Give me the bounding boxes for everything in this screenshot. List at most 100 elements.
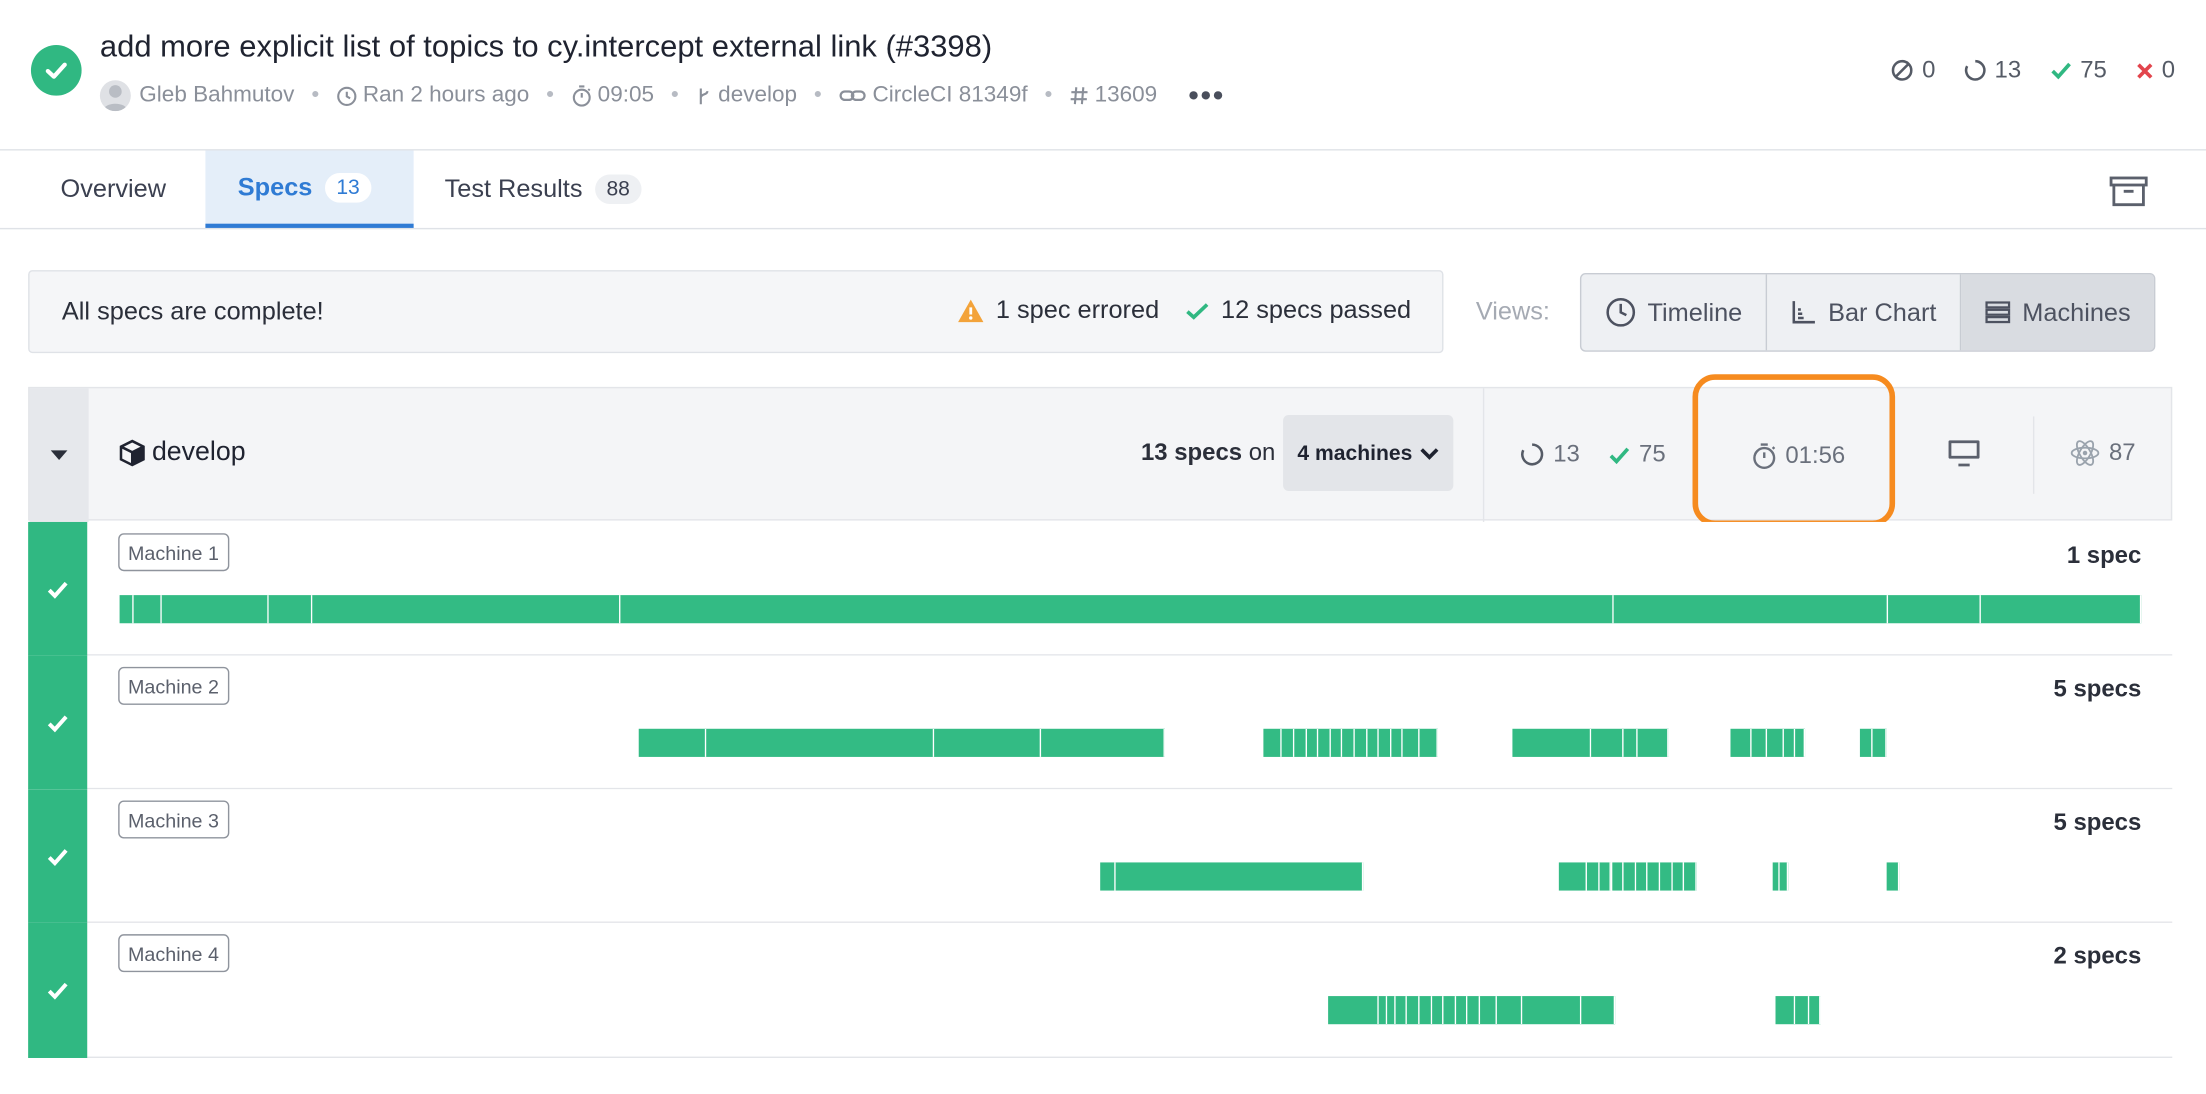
machine-bars (28, 789, 2172, 923)
tab-specs[interactable]: Specs 13 (205, 150, 414, 228)
run-number: 13609 (1094, 83, 1158, 107)
run-title[interactable]: add more explicit list of topics to cy.i… (100, 28, 992, 65)
spec-segment[interactable] (1379, 996, 1388, 1025)
spec-segment[interactable] (1613, 595, 1889, 624)
spec-segment[interactable] (1419, 728, 1438, 757)
spec-segment[interactable] (1637, 728, 1669, 757)
chevron-down-icon (1420, 447, 1439, 460)
spec-segment[interactable] (705, 728, 935, 757)
spec-segment[interactable] (1587, 862, 1600, 891)
spec-segment[interactable] (1860, 728, 1873, 757)
spec-segment[interactable] (1783, 728, 1796, 757)
spec-segment[interactable] (1294, 728, 1307, 757)
spec-segment[interactable] (162, 595, 270, 624)
machine-row-1: Machine 1 1 spec (28, 521, 2173, 656)
cube-icon (119, 439, 145, 467)
spec-segment[interactable] (133, 595, 163, 624)
spec-segment[interactable] (1599, 862, 1612, 891)
check-icon (2050, 62, 2071, 80)
spec-segment[interactable] (1387, 996, 1396, 1025)
spec-segment[interactable] (1623, 728, 1638, 757)
tab-test-results[interactable]: Test Results 88 (445, 151, 642, 228)
specs-summary: All specs are complete! 1 spec errored 1… (28, 270, 1444, 354)
spec-segment[interactable] (1611, 862, 1624, 891)
spec-segment[interactable] (1468, 996, 1481, 1025)
spec-segment[interactable] (1354, 728, 1367, 757)
spec-segment[interactable] (1779, 862, 1788, 891)
spec-segment[interactable] (1431, 996, 1444, 1025)
spec-segment[interactable] (1282, 728, 1295, 757)
spec-segment[interactable] (1419, 996, 1432, 1025)
spec-segment[interactable] (1395, 996, 1408, 1025)
run-passed-icon (30, 45, 82, 96)
spec-segment[interactable] (1767, 728, 1784, 757)
run-header: add more explicit list of topics to cy.i… (0, 0, 2206, 151)
spec-segment[interactable] (1981, 595, 2142, 624)
spec-segment[interactable] (1751, 728, 1768, 757)
collapse-button[interactable] (29, 388, 89, 522)
spec-segment[interactable] (1391, 728, 1404, 757)
spec-segment[interactable] (1407, 996, 1420, 1025)
spec-segment[interactable] (1455, 996, 1469, 1025)
spec-segment[interactable] (1623, 862, 1636, 891)
spec-segment[interactable] (1872, 728, 1887, 757)
machines-dropdown[interactable]: 4 machines (1283, 415, 1454, 492)
spec-segment[interactable] (1591, 728, 1624, 757)
spec-segment[interactable] (1522, 996, 1582, 1025)
spec-segment[interactable] (1366, 728, 1380, 757)
spec-segment[interactable] (1306, 728, 1319, 757)
archive-icon[interactable] (2109, 176, 2148, 207)
spec-segment[interactable] (1684, 862, 1697, 891)
views-toggle: Timeline Bar Chart Machines (1579, 272, 2156, 352)
spec-segment[interactable] (269, 595, 312, 624)
run-ci[interactable]: CircleCI 81349f (872, 83, 1027, 108)
caret-down-icon (50, 449, 68, 460)
spec-segment[interactable] (311, 595, 621, 624)
spec-segment[interactable] (1795, 996, 1810, 1025)
more-options-button[interactable]: ••• (1188, 77, 1225, 114)
spec-segment[interactable] (1809, 996, 1820, 1025)
spec-segment[interactable] (1660, 862, 1673, 891)
spec-segment[interactable] (1775, 996, 1796, 1025)
spec-segment[interactable] (1403, 728, 1420, 757)
view-machines-button[interactable]: Machines (1961, 274, 2155, 351)
spec-segment[interactable] (1886, 862, 1899, 891)
spec-segment[interactable] (1496, 996, 1523, 1025)
author-avatar (99, 80, 131, 112)
spec-segment[interactable] (119, 595, 134, 624)
spec-segment[interactable] (934, 728, 1042, 757)
spec-segment[interactable] (1263, 728, 1283, 757)
meta-separator: • (813, 83, 822, 107)
pending-icon (1964, 59, 1986, 81)
tab-overview[interactable]: Overview (60, 151, 166, 228)
spec-segment[interactable] (1480, 996, 1497, 1025)
spec-segment[interactable] (1116, 862, 1363, 891)
spec-segment[interactable] (1318, 728, 1331, 757)
author-name: Gleb Bahmutov (139, 83, 295, 107)
spec-segment[interactable] (1795, 728, 1806, 757)
spec-segment[interactable] (1559, 862, 1588, 891)
spec-segment[interactable] (1041, 728, 1165, 757)
spec-segment[interactable] (1888, 595, 1982, 624)
spec-segment[interactable] (1443, 996, 1456, 1025)
spec-segment[interactable] (1342, 728, 1355, 757)
spec-segment[interactable] (1672, 862, 1685, 891)
spec-segment[interactable] (1100, 862, 1117, 891)
spec-segment[interactable] (1512, 728, 1592, 757)
machine-row-3: Machine 3 5 specs (28, 789, 2173, 923)
divider (2032, 416, 2035, 494)
spec-segment[interactable] (1330, 728, 1343, 757)
spec-segment[interactable] (639, 728, 706, 757)
spec-segment[interactable] (1647, 862, 1661, 891)
view-timeline-button[interactable]: Timeline (1581, 274, 1768, 351)
view-bar-chart-button[interactable]: Bar Chart (1768, 274, 1962, 351)
spec-segment[interactable] (1581, 996, 1616, 1025)
spec-segment[interactable] (1328, 996, 1380, 1025)
meta-separator: • (546, 83, 555, 107)
spec-segment[interactable] (1379, 728, 1392, 757)
spec-segment[interactable] (620, 595, 1614, 624)
warning-icon (957, 298, 984, 322)
run-branch[interactable]: develop (718, 83, 797, 108)
spec-segment[interactable] (1635, 862, 1648, 891)
spec-segment[interactable] (1730, 728, 1752, 757)
